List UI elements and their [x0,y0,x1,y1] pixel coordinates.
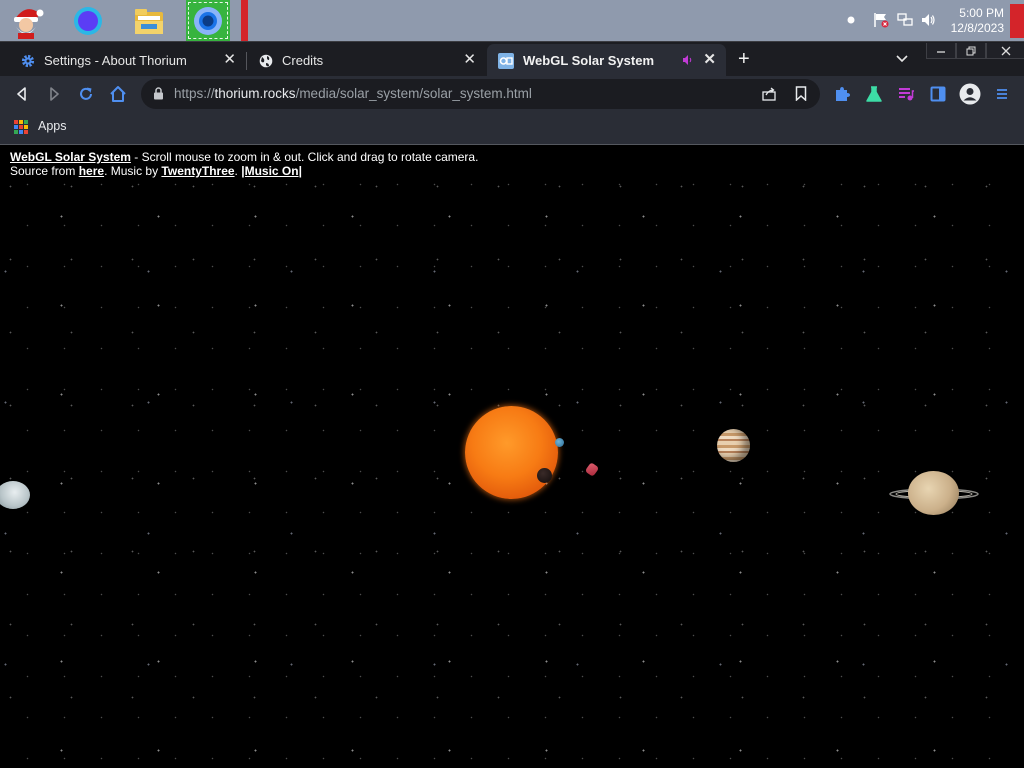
bookmark-star-icon[interactable] [795,86,807,106]
address-bar[interactable]: https://thorium.rocks/media/solar_system… [141,79,820,109]
forward-button[interactable] [43,83,65,105]
thorium-browser-icon [194,6,222,35]
avatar-icon [959,83,981,105]
tab-title: Settings - About Thorium [44,53,187,68]
santa-icon [14,8,44,39]
close-tab-icon[interactable]: ✕ [223,52,236,68]
tab-credits[interactable]: Credits ✕ [238,44,486,77]
jupiter-planet [717,429,750,462]
puzzle-icon [836,87,850,101]
tab-webgl-solar-system[interactable]: WebGL Solar System ✕ [487,44,726,77]
taskbar-app-santa[interactable] [4,0,48,41]
action-center-flag-icon[interactable] [873,12,889,28]
home-button[interactable] [107,83,129,105]
sun [465,406,558,499]
clock-time: 5:00 PM [959,6,1004,20]
labs-button[interactable] [863,83,885,105]
profile-button[interactable] [959,83,981,105]
url-scheme: https:// [174,86,215,101]
share-icon[interactable] [761,86,777,107]
earth-planet [555,438,564,447]
restore-button[interactable] [956,43,986,59]
music-toggle-link[interactable]: |Music On| [241,164,302,178]
menu-button[interactable] [991,83,1013,105]
window-controls [926,42,1024,60]
network-icon[interactable] [897,12,913,28]
tray-dot-icon[interactable] [843,12,859,28]
url-path: /media/solar_system/solar_system.html [295,86,532,101]
tab-title: Credits [282,53,324,68]
webgl-canvas[interactable]: WebGL Solar System - Scroll mouse to zoo… [0,145,1024,768]
music-author-link[interactable]: TwentyThree [161,164,234,178]
info-overlay: WebGL Solar System - Scroll mouse to zoo… [10,150,478,178]
side-panel-button[interactable] [927,83,949,105]
back-button[interactable] [11,83,33,105]
url-host: thorium.rocks [214,86,296,101]
side-panel-icon [930,86,946,102]
minimize-button[interactable] [926,43,956,59]
volume-icon[interactable] [920,12,936,28]
clock-date: 12/8/2023 [950,21,1004,35]
reload-icon [80,87,92,100]
url-text[interactable]: https://thorium.rocks/media/solar_system… [174,86,532,101]
music-prefix: . Music by [104,164,162,178]
source-prefix: Source from [10,164,79,178]
media-queue-button[interactable] [895,83,917,105]
extensions-button[interactable] [831,83,853,105]
playlist-icon [899,88,914,101]
uranus-planet [0,481,30,509]
audio-playing-icon[interactable] [682,54,694,69]
new-tab-button[interactable]: + [738,48,750,70]
taskbar-divider [241,0,248,41]
show-desktop-button[interactable] [1010,4,1024,38]
file-explorer-icon [135,8,163,34]
apps-bookmark-label[interactable]: Apps [38,119,67,133]
flask-icon [866,86,882,102]
webgl-icon [498,52,514,69]
saturn-planet [908,471,959,515]
tab-settings-about[interactable]: Settings - About Thorium ✕ [0,44,246,77]
forward-arrow-icon [50,87,59,101]
source-link[interactable]: here [79,164,104,178]
close-tab-icon[interactable]: ✕ [463,52,476,68]
globe-icon [259,54,273,68]
info-line-2: Source from here. Music by TwentyThree. … [10,164,478,178]
hamburger-menu-icon [997,89,1007,99]
mars-planet [584,462,600,477]
title-link[interactable]: WebGL Solar System [10,150,131,164]
home-icon [110,86,126,102]
apps-grid-icon[interactable] [14,120,28,134]
tab-strip: Settings - About Thorium ✕ Credits ✕ Web… [0,41,1024,77]
instructions-text: - Scroll mouse to zoom in & out. Click a… [130,150,479,164]
tab-title: WebGL Solar System [523,53,655,68]
taskbar-app-circle[interactable] [66,0,110,41]
taskbar-app-thorium[interactable] [186,0,230,41]
dark-planet [537,468,552,483]
taskbar: 5:00 PM 12/8/2023 [0,0,1024,41]
lock-icon[interactable] [153,87,164,105]
reload-button[interactable] [75,83,97,105]
info-line-1: WebGL Solar System - Scroll mouse to zoo… [10,150,478,164]
system-clock[interactable]: 5:00 PM 12/8/2023 [951,6,1004,36]
circle-app-icon [74,6,102,35]
gear-icon [21,54,35,68]
bookmarks-bar: Apps [0,113,1024,145]
taskbar-app-file-explorer[interactable] [127,0,171,41]
navigation-toolbar: https://thorium.rocks/media/solar_system… [0,76,1024,113]
tab-search-chevron-icon[interactable] [896,52,908,66]
close-tab-icon[interactable]: ✕ [703,52,716,68]
back-arrow-icon [17,87,26,101]
close-window-button[interactable] [986,43,1024,59]
